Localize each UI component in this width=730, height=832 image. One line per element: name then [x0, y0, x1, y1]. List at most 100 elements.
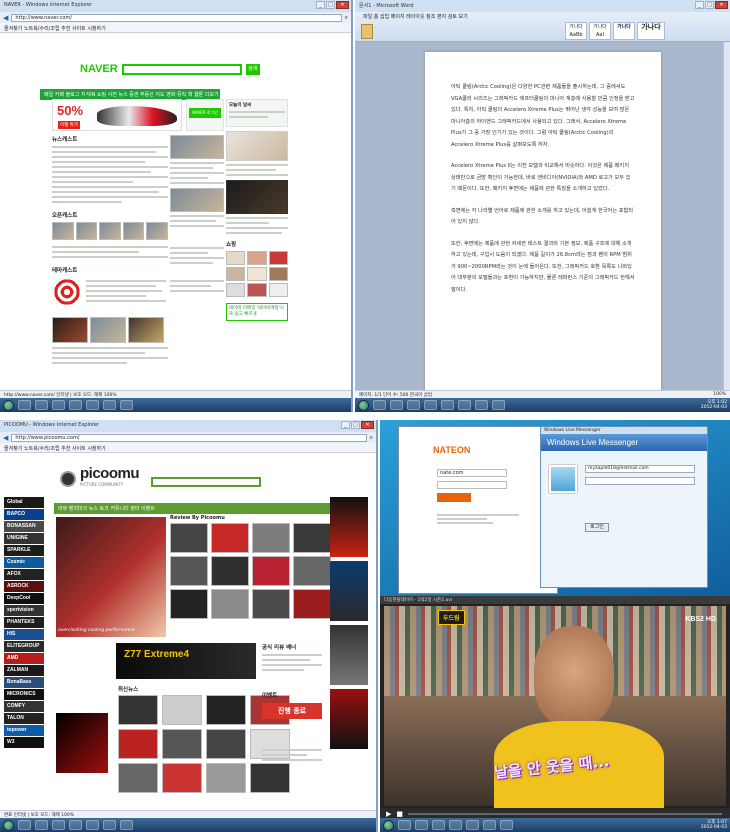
- side-banner[interactable]: AFOX: [4, 569, 44, 580]
- back-icon[interactable]: ◀: [3, 14, 8, 22]
- nateon-id-input[interactable]: nate.com: [437, 469, 507, 477]
- side-banner[interactable]: xpertvision: [4, 605, 44, 616]
- naver-logo[interactable]: NAVER: [80, 63, 118, 75]
- side-banner[interactable]: SPARKLE: [4, 545, 44, 556]
- taskbar-app[interactable]: [500, 820, 513, 830]
- review-thumb[interactable]: [252, 589, 290, 619]
- close-button[interactable]: ✕: [361, 421, 374, 429]
- news-thumb[interactable]: [206, 763, 246, 793]
- open-thumb[interactable]: [52, 222, 74, 240]
- msn-password-input[interactable]: [585, 477, 695, 485]
- taskbar-app[interactable]: [120, 400, 133, 410]
- review-thumb[interactable]: [293, 556, 331, 586]
- taskbar-app[interactable]: [424, 400, 437, 410]
- ribbon-tabs[interactable]: 파일 홈 삽입 페이지 레이아웃 참조 편지 검토 보기: [355, 12, 730, 21]
- minimize-button[interactable]: _: [316, 1, 325, 9]
- clock[interactable]: 오후 1:07 2012-04-03: [701, 820, 730, 830]
- nateon-login-button[interactable]: [437, 493, 471, 502]
- bottom-thumb[interactable]: [52, 317, 88, 343]
- shop-item[interactable]: [247, 251, 267, 265]
- taskbar-app[interactable]: [35, 400, 48, 410]
- news-thumb[interactable]: [118, 763, 158, 793]
- side-banner[interactable]: Global: [4, 497, 44, 508]
- news-thumb[interactable]: [206, 729, 246, 759]
- taskbar-app[interactable]: [35, 820, 48, 830]
- review-thumb[interactable]: [170, 556, 208, 586]
- taskbar-app[interactable]: [449, 820, 462, 830]
- taskbar-app[interactable]: [69, 400, 82, 410]
- taskbar-app[interactable]: [415, 820, 428, 830]
- side-banner[interactable]: BAPCO: [4, 509, 44, 520]
- promo-banner[interactable]: 50% 이월 특가: [52, 99, 182, 131]
- open-thumb[interactable]: [75, 222, 98, 240]
- middle-thumb[interactable]: [170, 135, 224, 159]
- msn-email-input[interactable]: myaaple018@hotmail.com: [585, 465, 695, 473]
- review-thumb[interactable]: [252, 556, 290, 586]
- taskbar-app[interactable]: [466, 820, 479, 830]
- review-thumb[interactable]: [211, 556, 249, 586]
- side-banner[interactable]: ZALMAN: [4, 665, 44, 676]
- taskbar-app[interactable]: [475, 400, 488, 410]
- minimize-button[interactable]: _: [695, 1, 704, 9]
- open-thumb[interactable]: [122, 222, 145, 240]
- bottom-thumb[interactable]: [90, 317, 126, 343]
- start-button[interactable]: [358, 399, 369, 411]
- hero-image[interactable]: overclocking cooling performance: [56, 517, 166, 637]
- review-thumb[interactable]: [170, 523, 208, 553]
- side-banner[interactable]: AMD: [4, 653, 44, 664]
- gmc-banner[interactable]: [56, 713, 108, 773]
- side-banner[interactable]: ELITEGROUP: [4, 641, 44, 652]
- back-icon[interactable]: ◀: [3, 434, 8, 442]
- address-input[interactable]: http://www.picoomu.com/: [11, 433, 367, 442]
- login-button[interactable]: NAVER 로그인: [189, 108, 221, 118]
- right-banner-1[interactable]: [226, 131, 288, 161]
- maximize-button[interactable]: □: [351, 421, 360, 429]
- address-input[interactable]: http://www.naver.com/: [11, 13, 342, 22]
- shop-item[interactable]: [268, 283, 288, 297]
- side-banner[interactable]: COMFY: [4, 701, 44, 712]
- news-thumb[interactable]: [250, 763, 290, 793]
- open-thumb[interactable]: [99, 222, 121, 240]
- shop-item[interactable]: [268, 251, 288, 265]
- minimize-button[interactable]: _: [341, 421, 350, 429]
- picoomu-nav[interactable]: 리뷰 벤치마크 뉴스 토크 커뮤니티 장터 이벤트: [54, 503, 330, 514]
- taskbar-app[interactable]: [458, 400, 471, 410]
- naver-search-button[interactable]: 검색: [245, 63, 260, 75]
- news-thumb[interactable]: [118, 729, 158, 759]
- taskbar-app[interactable]: [103, 400, 116, 410]
- naver-search-input[interactable]: [121, 63, 242, 75]
- side-banner[interactable]: topower: [4, 725, 44, 736]
- search-icon[interactable]: ⌕: [345, 14, 348, 22]
- ad-banner[interactable]: 네이버 이메일 '네이버계정'으로 쉽고 빠르게: [226, 303, 288, 321]
- review-thumb[interactable]: [293, 589, 331, 619]
- zoom-level[interactable]: 100%: [713, 392, 726, 397]
- taskbar-app[interactable]: [373, 400, 386, 410]
- taskbar-app[interactable]: [69, 820, 82, 830]
- taskbar-app[interactable]: [52, 820, 65, 830]
- side-banner[interactable]: HIS: [4, 629, 44, 640]
- search-icon[interactable]: ⌕: [370, 434, 373, 442]
- start-button[interactable]: [3, 399, 14, 411]
- taskbar-app[interactable]: [18, 400, 31, 410]
- open-thumb[interactable]: [146, 222, 168, 240]
- maximize-button[interactable]: □: [326, 1, 335, 9]
- document-page[interactable]: 아틱 쿨링(Arctic Cooling)은 다양한 PC관련 제품들을 출시하…: [425, 52, 661, 392]
- target-image[interactable]: [52, 277, 82, 307]
- review-thumb[interactable]: [170, 589, 208, 619]
- asrock-banner[interactable]: Z77 Extreme4: [116, 643, 256, 679]
- taskbar-app[interactable]: [492, 400, 505, 410]
- style-heading1[interactable]: 가나다: [613, 22, 635, 40]
- close-button[interactable]: ✕: [336, 1, 349, 9]
- right-ad[interactable]: [330, 625, 368, 685]
- style-title[interactable]: 가나다: [637, 22, 665, 40]
- news-thumb[interactable]: [162, 763, 202, 793]
- vertical-scrollbar[interactable]: [723, 42, 730, 390]
- news-thumb[interactable]: [162, 695, 202, 725]
- side-banner[interactable]: ASROCK: [4, 581, 44, 592]
- review-thumb[interactable]: [293, 523, 331, 553]
- taskbar-app[interactable]: [103, 820, 116, 830]
- right-ad[interactable]: [330, 561, 368, 621]
- clock[interactable]: 오후 1:02 2012-04-03: [701, 400, 730, 410]
- event-badge[interactable]: 진행 종료: [262, 703, 322, 719]
- taskbar-app[interactable]: [441, 400, 454, 410]
